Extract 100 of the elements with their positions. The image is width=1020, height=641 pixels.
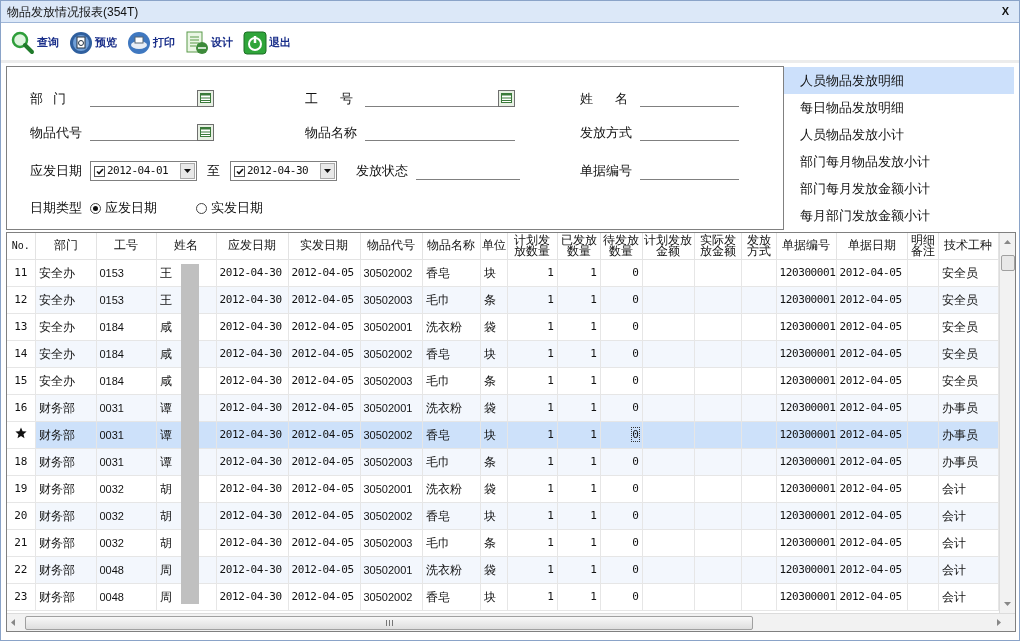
column-header[interactable]: 计划发放金额 xyxy=(642,233,694,259)
horizontal-scrollbar[interactable] xyxy=(7,613,1015,631)
table-row[interactable]: 21 财务部 0032 胡 2012-04-30 2012-04-05 30502003 毛巾 条 1 1 0 120300001 2012-04-05 会计 xyxy=(7,529,998,556)
field-label: 物品名称 xyxy=(305,123,357,142)
table-cell: 块 xyxy=(483,589,496,604)
field-label: 日期类型 xyxy=(30,199,82,218)
table-cell: 120300001 xyxy=(779,320,835,334)
toolbar-button[interactable]: 预览 xyxy=(67,27,119,58)
close-button[interactable]: X xyxy=(997,3,1013,20)
table-cell: 财务部 xyxy=(38,481,75,496)
table-cell: 30502001 xyxy=(363,482,413,495)
toolbar-button[interactable]: 查询 xyxy=(9,27,61,58)
table-cell: 1 xyxy=(547,455,554,469)
radio-option[interactable]: 实发日期 xyxy=(196,198,263,218)
toolbar-button[interactable]: 设计 xyxy=(183,27,235,58)
table-row[interactable]: 14 安全办 0184 咸 2012-04-30 2012-04-05 30502002 香皂 块 1 1 0 120300001 2012-04-05 安全员 xyxy=(7,340,998,367)
table-row[interactable]: 16 财务部 0031 谭 2012-04-30 2012-04-05 30502001 洗衣粉 袋 1 1 0 120300001 2012-04-05 办事员 xyxy=(7,394,998,421)
column-header[interactable]: 姓名 xyxy=(156,233,216,259)
scroll-left-icon[interactable] xyxy=(11,619,15,626)
column-header[interactable]: 计划发放数量 xyxy=(507,233,557,259)
table-cell: 2012-04-30 xyxy=(219,374,282,388)
field-label: 姓 名 xyxy=(580,89,628,108)
report-item[interactable]: 人员物品发放明细 xyxy=(784,67,1014,94)
date-value: 2012-04-30 xyxy=(247,162,310,179)
radio-option[interactable]: 应发日期 xyxy=(90,198,196,218)
table-cell: 2012-04-05 xyxy=(291,266,354,280)
date-picker[interactable]: 2012-04-30 xyxy=(230,161,337,181)
column-header[interactable]: 明细备注 xyxy=(907,233,938,259)
scroll-down-icon[interactable] xyxy=(1004,602,1011,606)
column-header[interactable]: 工号 xyxy=(96,233,156,259)
table-cell: 0 xyxy=(632,320,639,334)
table-cell: 1 xyxy=(590,482,597,496)
table-cell: 安全员 xyxy=(941,292,978,307)
table-cell: 安全办 xyxy=(38,292,75,307)
toolbar-button[interactable]: 打印 xyxy=(125,27,177,58)
column-header[interactable]: 物品名称 xyxy=(422,233,480,259)
column-header[interactable]: 应发日期 xyxy=(216,233,288,259)
scroll-thumb[interactable] xyxy=(25,615,753,630)
table-row[interactable]: 财务部 0031 谭 2012-04-30 2012-04-05 30502002 香皂 块 1 1 0 120300001 2012-04-05 办事员 xyxy=(7,421,998,448)
table-cell: 0 xyxy=(632,347,639,361)
table-cell: 谭 xyxy=(159,400,172,415)
column-header[interactable]: 单位 xyxy=(480,233,507,259)
column-header[interactable]: 实发日期 xyxy=(288,233,360,259)
table-row[interactable]: 23 财务部 0048 周 2012-04-30 2012-04-05 30502002 香皂 块 1 1 0 120300001 2012-04-05 会计 xyxy=(7,583,998,610)
table-cell: 会计 xyxy=(941,562,966,577)
table-cell: 1 xyxy=(590,509,597,523)
table-cell: 块 xyxy=(483,427,496,442)
table-cell: 香皂 xyxy=(425,265,450,280)
column-header[interactable]: No. xyxy=(7,233,35,259)
column-header[interactable]: 技术工种 xyxy=(938,233,998,259)
table-cell: 安全办 xyxy=(38,319,75,334)
grip-icon xyxy=(385,619,393,626)
table-row[interactable]: 13 安全办 0184 咸 2012-04-30 2012-04-05 30502001 洗衣粉 袋 1 1 0 120300001 2012-04-05 安全员 xyxy=(7,313,998,340)
table-cell: 0 xyxy=(632,590,639,604)
table-cell: 财务部 xyxy=(38,427,75,442)
table-cell: 香皂 xyxy=(425,589,450,604)
table-cell: 120300001 xyxy=(779,455,835,469)
column-header[interactable]: 单据编号 xyxy=(776,233,836,259)
column-header[interactable]: 物品代号 xyxy=(360,233,422,259)
column-header[interactable]: 发放方式 xyxy=(741,233,776,259)
scroll-up-icon[interactable] xyxy=(1004,240,1011,244)
lookup-button[interactable] xyxy=(498,89,515,107)
caret-icon xyxy=(324,169,331,173)
table-cell: 2012-04-05 xyxy=(291,401,354,415)
column-header[interactable]: 已发放数量 xyxy=(557,233,600,259)
table-cell: 1 xyxy=(547,293,554,307)
table-row[interactable]: 18 财务部 0031 谭 2012-04-30 2012-04-05 30502003 毛巾 条 1 1 0 120300001 2012-04-05 办事员 xyxy=(7,448,998,475)
table-cell: 0 xyxy=(632,482,639,496)
table-cell: 120300001 xyxy=(779,266,835,280)
table-icon xyxy=(200,127,211,138)
table-cell: 香皂 xyxy=(425,508,450,523)
column-header[interactable]: 待发放数量 xyxy=(600,233,642,259)
lookup-button[interactable] xyxy=(197,123,214,141)
table-cell: 1 xyxy=(590,401,597,415)
dropdown-button[interactable] xyxy=(180,163,195,179)
lookup-button[interactable] xyxy=(197,89,214,107)
table-cell: 1 xyxy=(590,320,597,334)
table-row[interactable]: 12 安全办 0153 王 2012-04-30 2012-04-05 30502003 毛巾 条 1 1 0 120300001 2012-04-05 安全员 xyxy=(7,286,998,313)
table-row[interactable]: 20 财务部 0032 胡 2012-04-30 2012-04-05 30502002 香皂 块 1 1 0 120300001 2012-04-05 会计 xyxy=(7,502,998,529)
toolbar-button[interactable]: 退出 xyxy=(241,27,293,58)
column-header[interactable]: 单据日期 xyxy=(836,233,907,259)
table-cell: 30502002 xyxy=(363,347,413,360)
table-cell: 2012-04-30 xyxy=(219,590,282,604)
checkbox[interactable] xyxy=(94,165,105,177)
row-number: 11 xyxy=(14,266,28,280)
table-cell: 2012-04-30 xyxy=(219,455,282,469)
scroll-thumb[interactable] xyxy=(1000,255,1015,271)
table-row[interactable]: 15 安全办 0184 咸 2012-04-30 2012-04-05 30502003 毛巾 条 1 1 0 120300001 2012-04-05 安全员 xyxy=(7,367,998,394)
date-picker[interactable]: 2012-04-01 xyxy=(90,161,197,181)
column-header[interactable]: 实际发放金额 xyxy=(694,233,741,259)
vertical-scrollbar[interactable] xyxy=(999,233,1015,613)
table-cell: 2012-04-05 xyxy=(291,509,354,523)
table-row[interactable]: 22 财务部 0048 周 2012-04-30 2012-04-05 30502001 洗衣粉 袋 1 1 0 120300001 2012-04-05 会计 xyxy=(7,556,998,583)
dropdown-button[interactable] xyxy=(320,163,335,179)
column-header[interactable]: 部门 xyxy=(35,233,96,259)
table-cell: 120300001 xyxy=(779,563,835,577)
scroll-right-icon[interactable] xyxy=(997,619,1001,626)
checkbox[interactable] xyxy=(234,165,245,177)
table-row[interactable]: 19 财务部 0032 胡 2012-04-30 2012-04-05 30502001 洗衣粉 袋 1 1 0 120300001 2012-04-05 会计 xyxy=(7,475,998,502)
table-row[interactable]: 11 安全办 0153 王 2012-04-30 2012-04-05 30502002 香皂 块 1 1 0 120300001 2012-04-05 安全员 xyxy=(7,259,998,286)
